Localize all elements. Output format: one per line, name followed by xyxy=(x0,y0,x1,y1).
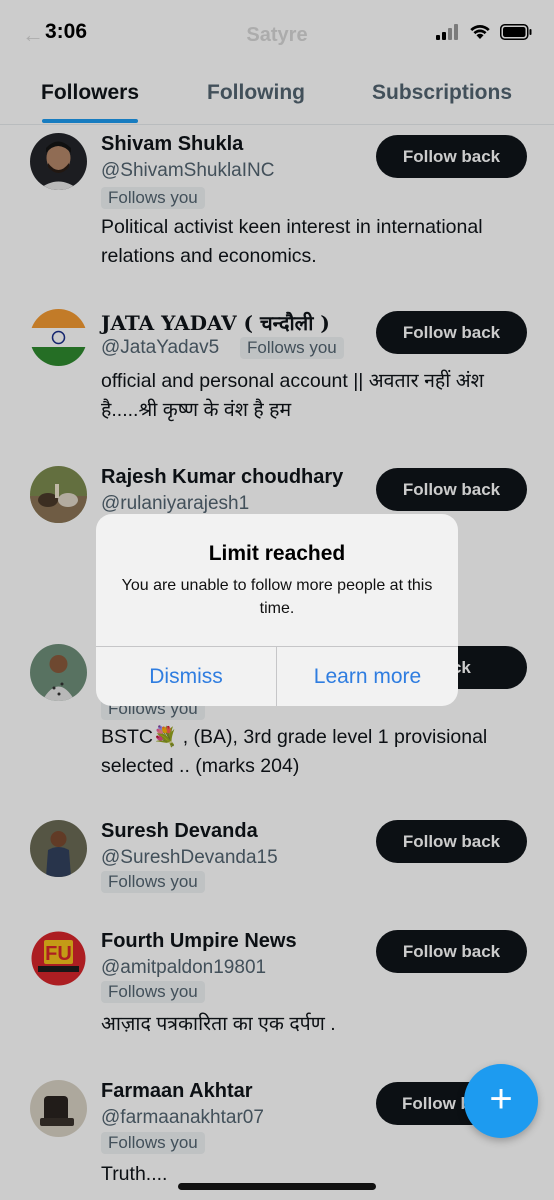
screen: ← Satyre 3:06 Followers Following Subscr… xyxy=(0,0,554,1200)
learn-more-button[interactable]: Learn more xyxy=(277,647,458,706)
plus-icon: + xyxy=(489,1077,513,1121)
alert-title: Limit reached xyxy=(208,542,346,565)
dismiss-button[interactable]: Dismiss xyxy=(96,647,276,706)
limit-reached-alert: Limit reached You are unable to follow m… xyxy=(96,514,458,706)
alert-message: You are unable to follow more people at … xyxy=(121,577,433,617)
compose-button[interactable]: + xyxy=(464,1064,538,1138)
home-indicator[interactable] xyxy=(178,1183,376,1190)
